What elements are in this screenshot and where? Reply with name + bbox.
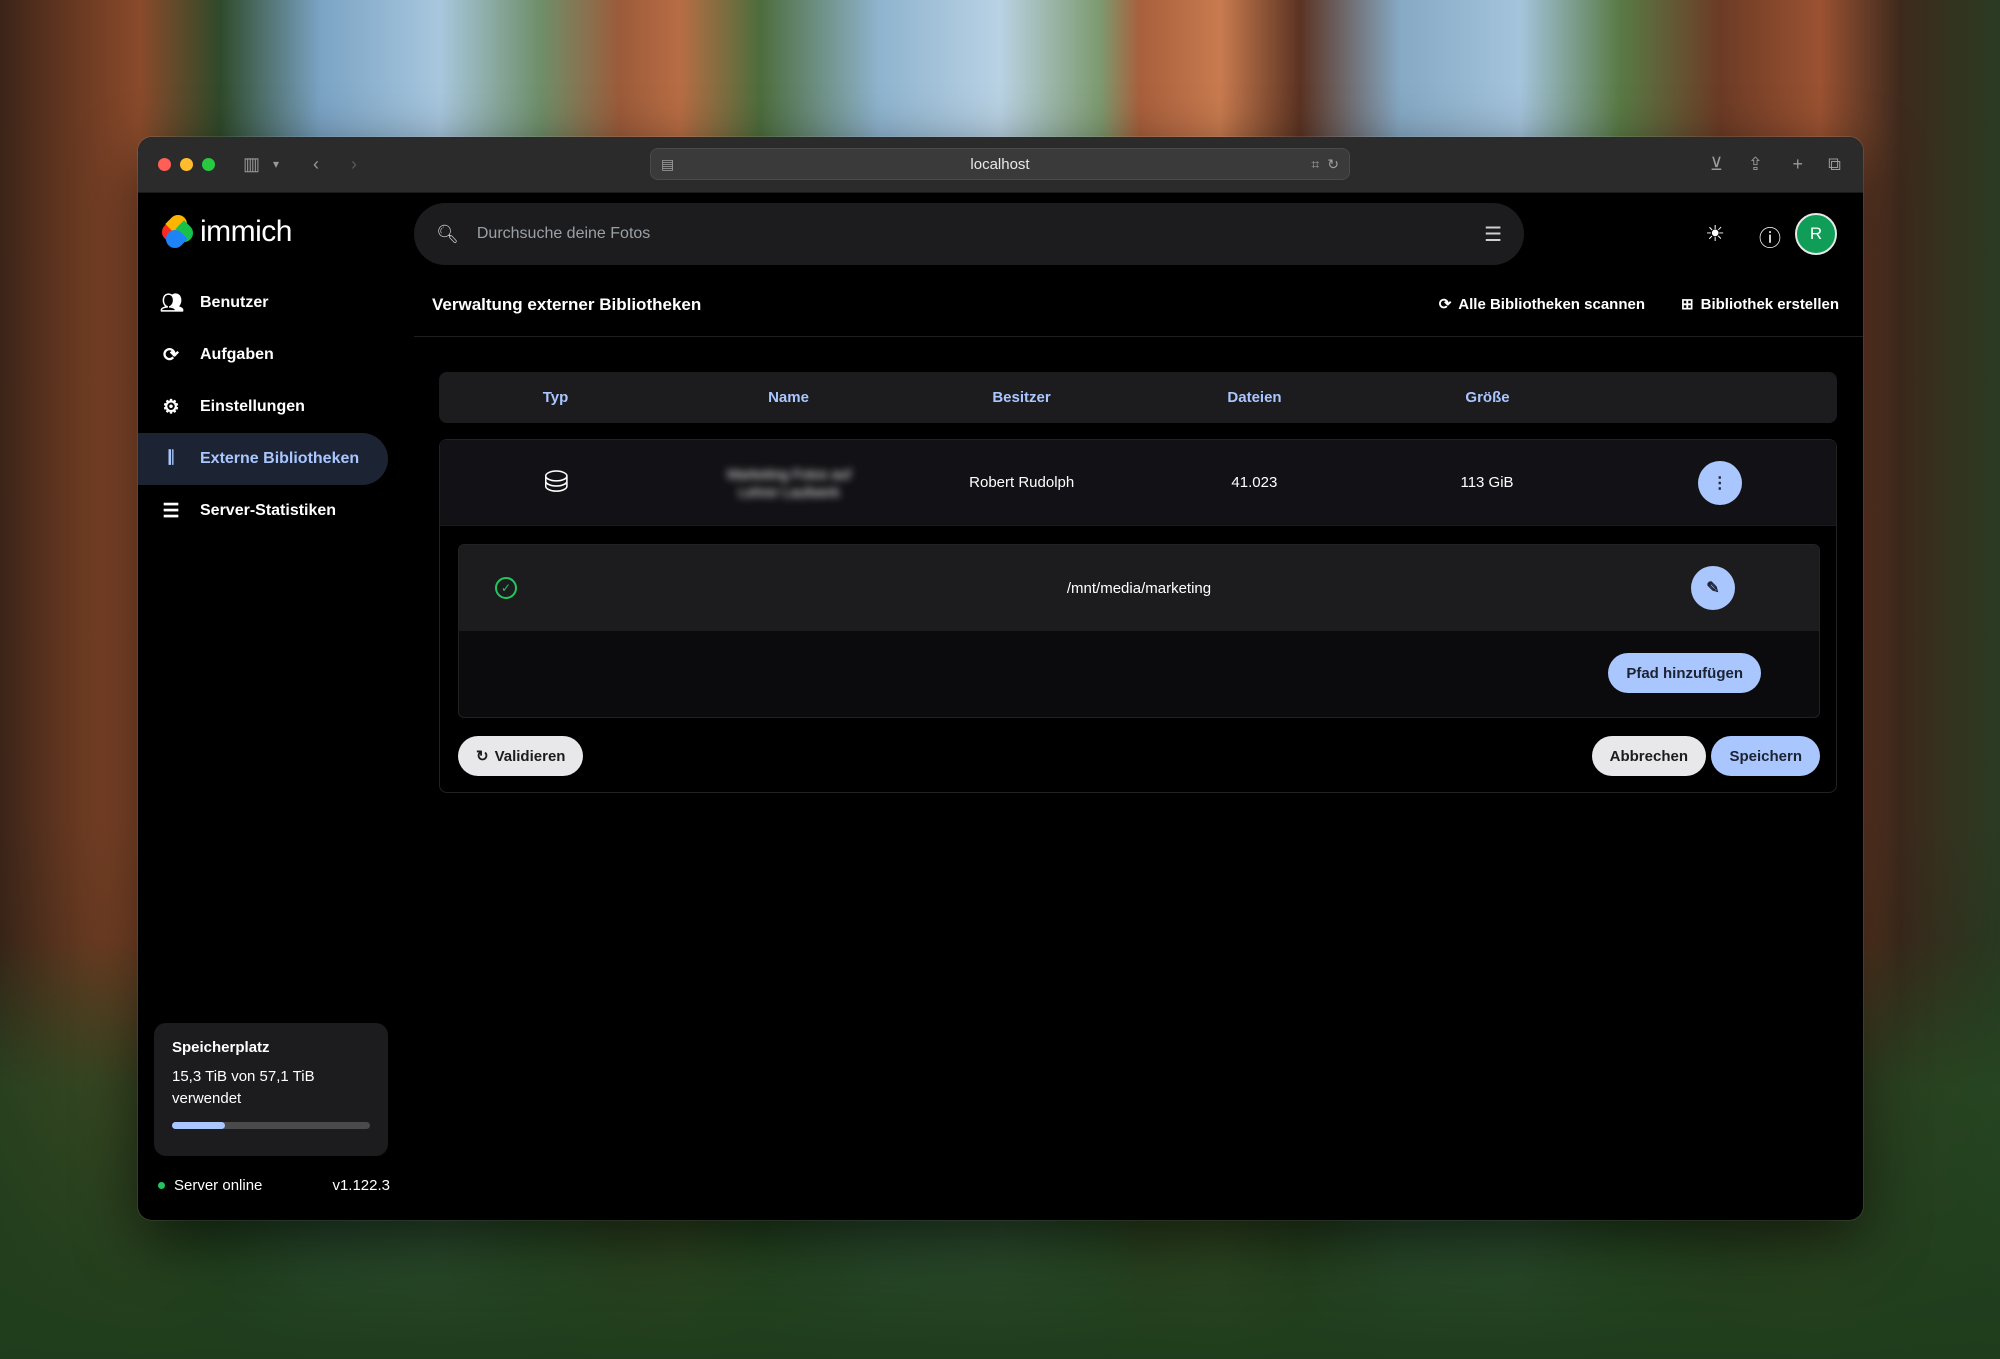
column-header: Größe: [1465, 389, 1510, 406]
server-status: Server online v1.122.3: [158, 1177, 390, 1194]
library-type-cell: ⛁: [440, 465, 673, 500]
column-header: Name: [768, 389, 809, 406]
validate-button[interactable]: ↻ Validieren: [458, 736, 584, 776]
pencil-icon: ✎: [1706, 580, 1720, 597]
close-window-button[interactable]: [158, 158, 171, 171]
zoom-window-button[interactable]: [202, 158, 215, 171]
library-size: 113 GiB: [1460, 474, 1514, 491]
sidebar-item-settings[interactable]: ⚙ Einstellungen: [138, 381, 388, 433]
page-settings-icon[interactable]: ▤: [661, 156, 674, 173]
help-icon[interactable]: ⓘ: [1759, 221, 1781, 253]
share-icon[interactable]: ⇪: [1748, 154, 1763, 174]
scan-all-label: Alle Bibliotheken scannen: [1458, 295, 1645, 313]
database-icon: ⛁: [543, 466, 569, 499]
column-header: Typ: [542, 389, 569, 406]
version-text: v1.122.3: [332, 1177, 390, 1194]
storage-bar: [172, 1122, 370, 1129]
sidebar-item-label: Externe Bibliotheken: [200, 450, 360, 467]
main-content: Verwaltung externer Bibliotheken ⟳ Alle …: [414, 275, 1863, 1220]
sync-icon: ⟳: [163, 344, 179, 366]
window-controls: [158, 158, 215, 171]
server-icon: ☰: [162, 500, 180, 522]
scan-all-button[interactable]: ⟳ Alle Bibliotheken scannen: [1438, 295, 1645, 314]
url-text: localhost: [970, 155, 1030, 173]
sidebar: 👥︎ Benutzer ⟳ Aufgaben ⚙ Einstellungen 𝄃…: [138, 275, 400, 1220]
library-actions-cell: ⋮: [1603, 460, 1836, 505]
storage-panel: Speicherplatz 15,3 TiB von 57,1 TiB verw…: [154, 1023, 388, 1156]
search-bar[interactable]: 🔍︎ Durchsuche deine Fotos ☰: [414, 203, 1524, 265]
app-header: immich 🔍︎ Durchsuche deine Fotos ☰ ☀ ⓘ R: [138, 193, 1863, 275]
page-title: Verwaltung externer Bibliotheken: [432, 295, 702, 314]
table-header: Typ Name Besitzer Dateien Größe: [439, 372, 1837, 423]
import-paths-box: ✓ /mnt/media/marketing ✎ Pfad hinzufügen: [458, 544, 1820, 718]
edit-path-button[interactable]: ✎: [1691, 566, 1735, 610]
minimize-window-button[interactable]: [180, 158, 193, 171]
library-name: Marketing Fotos auf Lehrer Laufwerk: [727, 465, 851, 500]
tab-overview-icon[interactable]: ⧉: [1828, 154, 1841, 174]
more-vertical-icon: ⋮: [1711, 474, 1728, 492]
theme-toggle-icon[interactable]: ☀: [1705, 221, 1725, 247]
sidebar-item-label: Server-Statistiken: [200, 502, 337, 519]
back-icon[interactable]: ‹: [313, 154, 319, 174]
chevron-down-icon[interactable]: ▾: [273, 154, 279, 174]
download-icon[interactable]: ⊻: [1710, 154, 1723, 174]
sidebar-item-jobs[interactable]: ⟳ Aufgaben: [138, 329, 388, 381]
browser-window: ▥ ▾ ‹ › ▤ localhost ⌗ ↻ ⊻ ⇪ + ⧉ immich 🔍…: [138, 137, 1863, 1220]
page-header: Verwaltung externer Bibliotheken ⟳ Alle …: [414, 275, 1863, 337]
reload-icon[interactable]: ↻: [1327, 156, 1339, 173]
library-name-cell: Marketing Fotos auf Lehrer Laufwerk: [673, 465, 906, 501]
immich-logo[interactable]: immich: [158, 211, 293, 252]
address-bar[interactable]: ▤ localhost ⌗ ↻: [650, 148, 1350, 180]
new-tab-icon[interactable]: +: [1792, 154, 1803, 174]
sync-icon: ⟳: [1438, 296, 1452, 313]
users-icon: 👥︎: [160, 293, 185, 314]
browser-titlebar: ▥ ▾ ‹ › ▤ localhost ⌗ ↻ ⊻ ⇪ + ⧉: [138, 137, 1863, 193]
add-path-button[interactable]: Pfad hinzufügen: [1608, 653, 1761, 693]
library-card: ⛁ Marketing Fotos auf Lehrer Laufwerk Ro…: [439, 439, 1837, 793]
path-row: ✓ /mnt/media/marketing ✎: [459, 545, 1819, 631]
sidebar-item-label: Aufgaben: [200, 346, 274, 363]
sidebar-toggle-icon[interactable]: ▥: [243, 154, 260, 174]
storage-usage-text: 15,3 TiB von 57,1 TiB verwendet: [172, 1068, 315, 1107]
refresh-icon: ↻: [476, 748, 489, 765]
status-dot: [158, 1182, 165, 1189]
validate-label: Validieren: [494, 747, 566, 765]
sidebar-item-server-stats[interactable]: ☰ Server-Statistiken: [138, 485, 388, 537]
server-status-text: Server online: [174, 1177, 263, 1194]
path-text: /mnt/media/marketing: [1066, 579, 1212, 597]
forward-icon[interactable]: ›: [351, 154, 357, 174]
sidebar-item-users[interactable]: 👥︎ Benutzer: [138, 277, 388, 329]
plus-box-icon: ⊞: [1681, 296, 1694, 313]
logo-mark: [158, 211, 197, 252]
library-files: 41.023: [1231, 474, 1278, 491]
storage-bar-fill: [172, 1122, 226, 1129]
cancel-button[interactable]: Abbrechen: [1591, 736, 1706, 776]
gear-icon: ⚙: [162, 396, 180, 418]
search-icon: 🔍︎: [436, 223, 459, 244]
create-library-button[interactable]: ⊞ Bibliothek erstellen: [1681, 295, 1839, 314]
table-row: ⛁ Marketing Fotos auf Lehrer Laufwerk Ro…: [440, 440, 1836, 526]
sidebar-item-label: Benutzer: [200, 294, 269, 311]
library-menu-button[interactable]: ⋮: [1697, 460, 1742, 505]
sidebar-item-label: Einstellungen: [200, 398, 305, 415]
sidebar-item-external-libraries[interactable]: 𝄃 Externe Bibliotheken: [138, 433, 388, 485]
translate-icon[interactable]: ⌗: [1311, 156, 1319, 173]
storage-title: Speicherplatz: [172, 1039, 270, 1056]
column-header: Besitzer: [992, 389, 1051, 406]
create-library-label: Bibliothek erstellen: [1700, 295, 1839, 313]
column-header: Dateien: [1227, 389, 1282, 406]
logo-text: immich: [200, 215, 293, 248]
search-input[interactable]: Durchsuche deine Fotos: [477, 225, 650, 243]
save-button[interactable]: Speichern: [1711, 736, 1820, 776]
search-filter-icon[interactable]: ☰: [1484, 222, 1502, 247]
avatar[interactable]: R: [1795, 213, 1837, 255]
library-icon: 𝄃: [168, 448, 174, 469]
library-owner: Robert Rudolph: [969, 474, 1075, 491]
